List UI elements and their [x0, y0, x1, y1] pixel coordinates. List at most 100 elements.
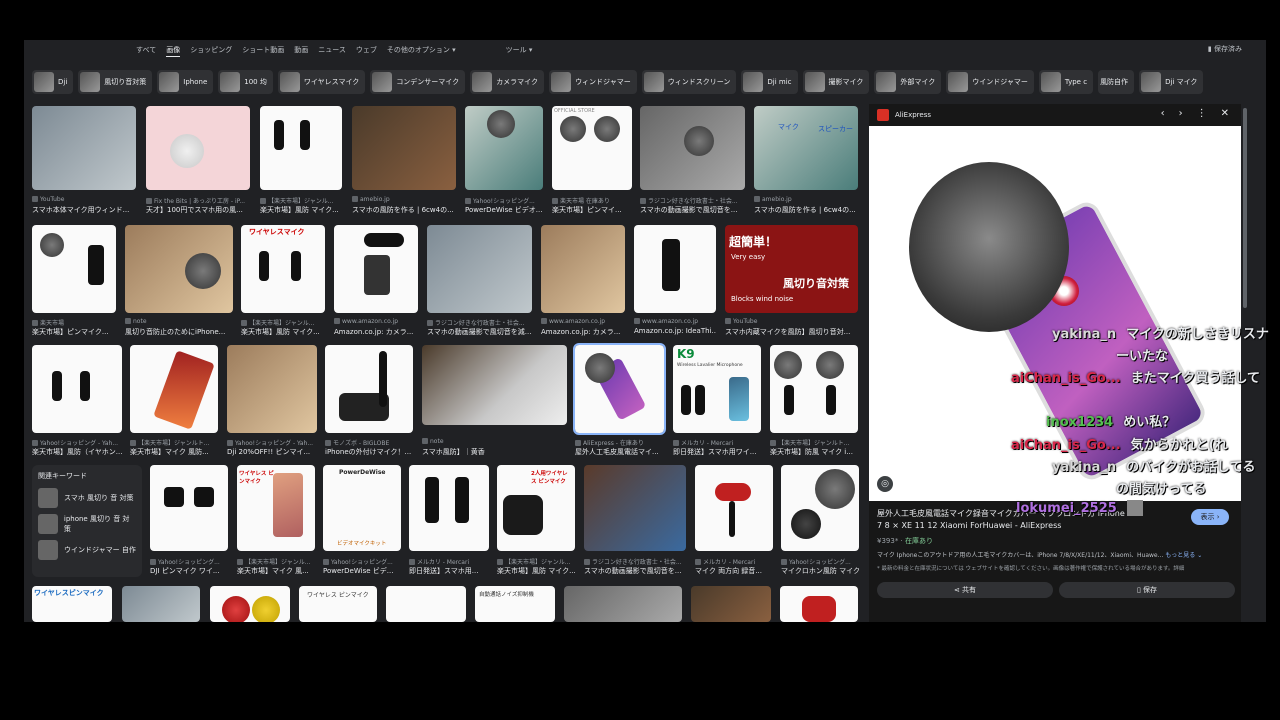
tab-more-options[interactable]: その他のオプション ▾	[387, 43, 456, 57]
image-result[interactable]: モノズボ - BIGLOBE iPhoneの外付けマイク！...	[325, 345, 413, 457]
image-result[interactable]: 自動通話ノイズ抑制機	[475, 586, 555, 622]
tab-tools[interactable]: ツール ▾	[506, 43, 533, 57]
image-result[interactable]: メルカリ - Mercari マイク 両方向 録音...	[695, 465, 773, 575]
image-result[interactable]: YouTube スマホ本体マイク用ウィンド...	[32, 106, 136, 216]
saved-button[interactable]: ▮ 保存済み	[1208, 44, 1242, 54]
image-result[interactable]: 【楽天市場】ジャンル... 楽天市場】風防 マイク...	[260, 106, 342, 216]
tab-all[interactable]: すべて	[136, 43, 156, 57]
panel-source[interactable]: AliExpress	[895, 111, 931, 119]
tab-shopping[interactable]: ショッピング	[190, 43, 232, 57]
chip[interactable]: Dji mic	[741, 70, 798, 94]
image-result[interactable]: K9 Wireless Lavalier Microphone メルカリ - M…	[673, 345, 761, 457]
image-result[interactable]: ワイヤレスマイク 【楽天市場】ジャンル... 楽天市場】風防 マイク...	[241, 225, 325, 337]
related-keywords: 関連キーワード スマホ 風切り 音 対策 iphone 風切り 音 対策 ウイン…	[32, 465, 142, 577]
share-button[interactable]: ⋖ 共有	[877, 582, 1053, 598]
panel-scrollbar[interactable]	[1243, 108, 1247, 308]
result-title: スマホ風防】｜黄香	[422, 448, 485, 456]
chip[interactable]: 100 均	[218, 70, 273, 94]
image-result[interactable]: Yahoo!ショッピング... PowerDeWise ビデオ...	[465, 106, 543, 216]
chip-label: Dji mic	[767, 78, 792, 86]
image-result[interactable]: note スマホ風防】｜黄香	[422, 345, 567, 457]
chip-thumbnail	[372, 72, 393, 92]
tab-short-videos[interactable]: ショート動画	[242, 43, 284, 57]
lens-search-icon[interactable]: ◎	[877, 476, 893, 492]
result-source: 【楽天市場】ジャンル...	[260, 196, 342, 205]
image-result[interactable]: www.amazon.co.jp Amazon.co.jp: IdeaThi..…	[634, 225, 716, 337]
image-result[interactable]	[780, 586, 858, 622]
image-result[interactable]: マイク スピーカー amebio.jp スマホの風防を作る | 6cw4の...	[754, 106, 858, 216]
image-result[interactable]: Yahoo!ショッピング... DJI ピンマイク ワイ...	[150, 465, 228, 575]
chip[interactable]: 風切り音対策	[78, 70, 153, 94]
image-result[interactable]: 【楽天市場】ジャンルト... 楽天市場】防風 マイク i...	[770, 345, 858, 457]
image-label: ビデオマイクキット	[337, 541, 387, 547]
mic-shape	[695, 385, 705, 415]
image-result[interactable]: 【楽天市場】ジャンルト... 楽天市場】マイク 風防...	[130, 345, 218, 457]
save-button[interactable]: ▯ 保存	[1059, 582, 1235, 598]
image-result[interactable]: 楽天市場 楽天市場】ピンマイク...	[32, 225, 116, 337]
chip[interactable]: Dji マイク	[1139, 70, 1204, 94]
chip[interactable]: Iphone	[157, 70, 214, 94]
image-result[interactable]: 超簡単！ Very easy 風切り音対策 Blocks wind noise …	[725, 225, 858, 337]
image-result[interactable]: ワイヤレス ピンマイク 【楽天市場】ジャンル... 楽天市場】マイク 風...	[237, 465, 315, 575]
image-result[interactable]: www.amazon.co.jp Amazon.co.jp: カメラ...	[334, 225, 418, 337]
chip-label: Dji	[58, 78, 68, 86]
related-item[interactable]: スマホ 風切り 音 対策	[38, 485, 136, 511]
result-source: www.amazon.co.jp	[634, 318, 716, 325]
image-result[interactable]: Yahoo!ショッピング - Yah... Dji 20%OFF!! ピンマイ.…	[227, 345, 317, 457]
image-result[interactable]: Yahoo!ショッピング... マイクロホン風防 マイク...	[781, 465, 859, 575]
chip-thumbnail	[80, 72, 101, 92]
image-result[interactable]: メルカリ - Mercari 即日発送】スマホ用...	[409, 465, 489, 575]
image-result[interactable]: amebio.jp スマホの風防を作る | 6cw4の...	[352, 106, 456, 216]
chip[interactable]: コンデンサーマイク	[370, 70, 466, 94]
image-result-selected[interactable]: AliExpress - 在庫あり 屋外人工毛皮風電話マイ...	[573, 343, 666, 457]
image-result[interactable]: ラジコン好きな行政書士・社会... スマホの動画撮影で風切音を...	[584, 465, 686, 575]
tab-images[interactable]: 画像	[166, 43, 181, 57]
image-result[interactable]: www.amazon.co.jp Amazon.co.jp: カメラ...	[541, 225, 625, 337]
result-source: amebio.jp	[352, 196, 456, 203]
visit-button[interactable]: 表示 ›	[1191, 509, 1229, 525]
related-item[interactable]: iphone 風切り 音 対策	[38, 511, 136, 537]
image-result[interactable]: note 風切り音防止のためにiPhone...	[125, 225, 233, 337]
chip[interactable]: ワイヤレスマイク	[277, 70, 366, 94]
image-result[interactable]: OFFICIAL STORE 楽天市場 在庫あり 楽天市場】ピンマイ...	[552, 106, 632, 216]
image-result[interactable]: 2人用ワイヤレス ピンマイク 【楽天市場】ジャンル... 楽天市場】風防 マイク…	[497, 465, 575, 575]
chip[interactable]: ウィンドジャマー	[549, 70, 637, 94]
image-result[interactable]	[564, 586, 682, 622]
chip[interactable]: 風防自作	[1098, 70, 1135, 94]
image-result[interactable]: ラジコン好きな行政書士・社会... スマホの動画撮影で風切音を...	[640, 106, 745, 216]
result-source: 【楽天市場】ジャンル...	[237, 557, 315, 566]
prev-icon[interactable]: ‹	[1161, 108, 1165, 119]
close-icon[interactable]: ✕	[1221, 108, 1229, 119]
chip[interactable]: 外部マイク	[874, 70, 942, 94]
image-result[interactable]	[691, 586, 771, 622]
image-result[interactable]	[386, 586, 466, 622]
result-title: スマホ本体マイク用ウィンド...	[32, 206, 130, 214]
result-image	[409, 465, 489, 551]
result-title: 楽天市場】ピンマイ...	[552, 206, 622, 214]
more-icon[interactable]: ⋮	[1197, 108, 1207, 119]
chip[interactable]: Type c	[1038, 70, 1094, 94]
chip[interactable]: 撮影マイク	[802, 70, 870, 94]
related-item[interactable]: ウインドジャマー 自作	[38, 537, 136, 563]
chip[interactable]: ウインドジャマー	[946, 70, 1034, 94]
chip[interactable]: ウィンドスクリーン	[641, 70, 737, 94]
image-result[interactable]: Fix the Bits | あっぷり工房 - iP... 天才】100円でスマ…	[146, 106, 250, 216]
fur-windscreen	[487, 110, 515, 138]
more-link[interactable]: もっと見る ⌄	[1165, 552, 1202, 559]
tab-videos[interactable]: 動画	[294, 43, 308, 57]
image-result[interactable]: ワイヤレスピンマイク	[32, 586, 112, 622]
next-icon[interactable]: ›	[1179, 108, 1183, 119]
image-result[interactable]	[122, 586, 200, 622]
image-result[interactable]: Yahoo!ショッピング - Yah... 楽天市場】風防（イヤホン...	[32, 345, 122, 457]
tab-web[interactable]: ウェブ	[356, 43, 377, 57]
image-result[interactable]: ワイヤレス ピンマイク	[299, 586, 377, 622]
chip[interactable]: Dji	[32, 70, 74, 94]
tab-news[interactable]: ニュース	[318, 43, 346, 57]
image-result[interactable]: PowerDeWise ビデオマイクキット Yahoo!ショッピング... Po…	[323, 465, 401, 575]
image-result[interactable]	[210, 586, 290, 622]
image-label: Blocks wind noise	[731, 295, 794, 303]
chip[interactable]: カメラマイク	[470, 70, 545, 94]
image-label: ワイヤレス ピンマイク	[307, 592, 369, 599]
image-result[interactable]: ラジコン好きな行政書士・社会... スマホの動画撮影で風切音を減...	[427, 225, 532, 337]
mic-shape	[364, 233, 404, 247]
